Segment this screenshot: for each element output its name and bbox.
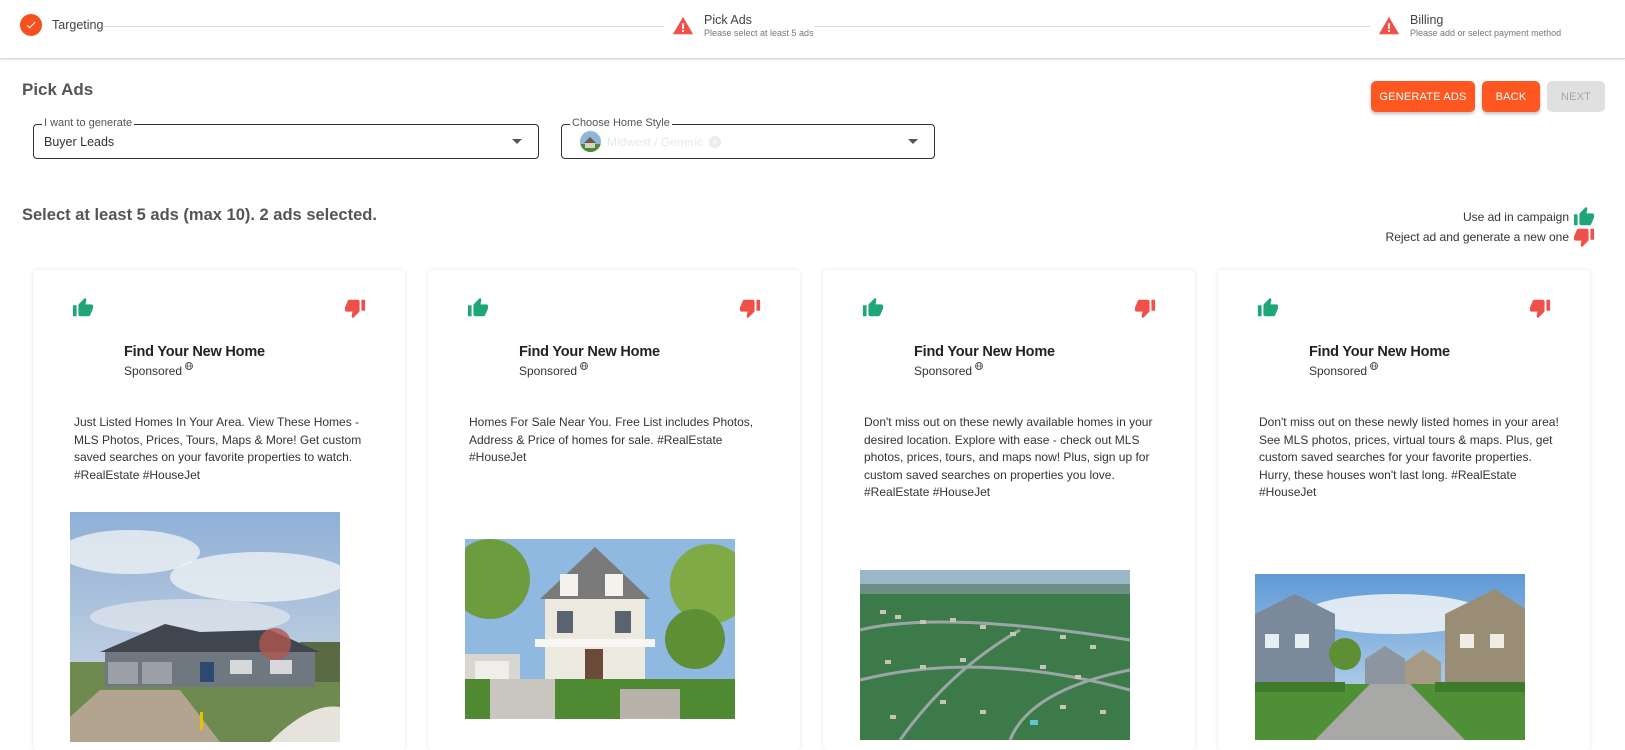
chip-remove-icon[interactable]: × (709, 135, 722, 148)
home-style-chip: Midwest / Generic × (580, 131, 722, 152)
ad-sponsored: Sponsored (914, 364, 983, 378)
next-button[interactable]: NEXT (1547, 81, 1605, 112)
ad-image-house-cloudy (70, 512, 340, 742)
legend-use: Use ad in campaign (1463, 206, 1595, 228)
ad-body: Don't miss out on these newly available … (864, 415, 1153, 499)
ad-card: Find Your New Home Sponsored Just Listed… (33, 270, 405, 750)
step-connector (104, 26, 664, 27)
ad-card: Find Your New Home Sponsored Homes For S… (428, 270, 800, 750)
generate-select-label: I want to generate (42, 117, 135, 130)
step-connector (814, 26, 1370, 27)
ad-card: Find Your New Home Sponsored Don't miss … (823, 270, 1195, 750)
ad-sponsored-label: Sponsored (1309, 364, 1368, 378)
thumb-down-icon (1573, 226, 1595, 248)
step-label: Billing (1410, 13, 1444, 27)
chevron-down-icon (908, 139, 918, 144)
ad-body: Don't miss out on these newly listed hom… (1259, 415, 1559, 499)
legend-reject: Reject ad and generate a new one (1386, 226, 1595, 248)
step-sublabel: Please select at least 5 ads (704, 28, 814, 38)
ad-sponsored-label: Sponsored (519, 364, 578, 378)
step-label: Pick Ads (704, 13, 752, 27)
back-button[interactable]: BACK (1482, 81, 1540, 112)
ad-sponsored: Sponsored (124, 364, 193, 378)
ad-sponsored-label: Sponsored (124, 364, 183, 378)
page-title: Pick Ads (22, 80, 94, 99)
ad-image-suburban-street (1255, 574, 1525, 740)
home-style-select[interactable]: Choose Home Style Midwest / Generic × (561, 117, 935, 159)
ad-title: Find Your New Home (1309, 344, 1450, 360)
home-style-select-label: Choose Home Style (570, 117, 672, 130)
ad-title: Find Your New Home (124, 344, 265, 360)
thumb-down-icon[interactable] (1529, 297, 1551, 319)
ad-body: Homes For Sale Near You. Free List inclu… (469, 415, 754, 464)
selection-count-text: Select at least 5 ads (max 10). 2 ads se… (22, 206, 377, 224)
thumb-down-icon[interactable] (739, 297, 761, 319)
check-circle-icon (20, 14, 42, 36)
generate-select[interactable]: I want to generate Buyer Leads (33, 117, 539, 159)
thumb-up-icon[interactable] (72, 297, 94, 319)
generate-select-value: Buyer Leads (44, 135, 115, 149)
globe-icon (975, 362, 983, 370)
generate-ads-button[interactable]: GENERATE ADS (1371, 81, 1475, 112)
step-label: Targeting (52, 18, 104, 32)
stepper: Targeting Pick Ads Please select at leas… (0, 0, 1625, 59)
globe-icon (185, 362, 193, 370)
ad-title: Find Your New Home (914, 344, 1055, 360)
thumb-down-icon[interactable] (1134, 297, 1156, 319)
thumb-down-icon[interactable] (344, 297, 366, 319)
ad-sponsored-label: Sponsored (914, 364, 973, 378)
globe-icon (580, 362, 588, 370)
thumb-up-icon[interactable] (862, 297, 884, 319)
step-pick-ads[interactable]: Pick Ads Please select at least 5 ads (672, 13, 814, 39)
ad-card: Find Your New Home Sponsored Don't miss … (1218, 270, 1590, 750)
chevron-down-icon (512, 139, 522, 144)
warning-icon (672, 15, 694, 37)
warning-icon (1378, 15, 1400, 37)
legend-use-label: Use ad in campaign (1462, 210, 1569, 224)
thumb-up-icon[interactable] (467, 297, 489, 319)
ad-title: Find Your New Home (519, 344, 660, 360)
home-style-avatar (580, 131, 601, 152)
home-style-chip-label: Midwest / Generic (607, 134, 704, 149)
ad-sponsored: Sponsored (519, 364, 588, 378)
step-sublabel: Please add or select payment method (1410, 28, 1562, 38)
thumb-up-icon[interactable] (1257, 297, 1279, 319)
legend-reject-label: Reject ad and generate a new one (1385, 230, 1569, 244)
ad-body: Just Listed Homes In Your Area. View The… (74, 415, 362, 482)
ad-image-white-house (465, 539, 735, 719)
globe-icon (1370, 362, 1378, 370)
step-billing[interactable]: Billing Please add or select payment met… (1378, 13, 1561, 39)
thumb-up-icon (1573, 206, 1595, 228)
ad-image-aerial-neighborhood (860, 570, 1130, 740)
step-targeting[interactable]: Targeting (20, 14, 103, 36)
ad-sponsored: Sponsored (1309, 364, 1378, 378)
